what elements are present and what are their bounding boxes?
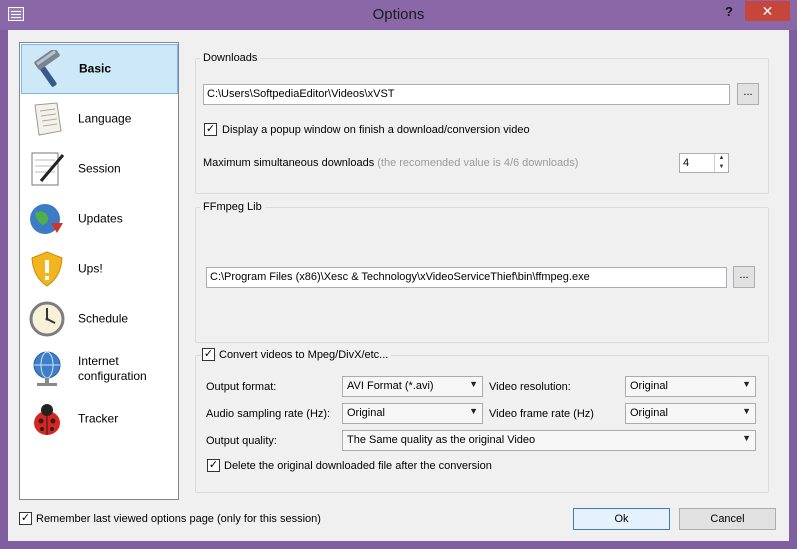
cancel-button[interactable]: Cancel bbox=[679, 508, 776, 530]
sidebar-item-ups[interactable]: Ups! bbox=[21, 244, 178, 294]
internet-globe-icon bbox=[26, 348, 68, 390]
video-resolution-label: Video resolution: bbox=[489, 381, 571, 393]
sidebar-item-label: Basic bbox=[79, 61, 112, 76]
convert-videos-checkbox[interactable]: ✓ bbox=[202, 348, 215, 361]
notepad-pen-icon bbox=[26, 148, 68, 190]
sidebar-item-internet-configuration[interactable]: Internet configuration bbox=[21, 344, 178, 394]
max-downloads-label: Maximum simultaneous downloads (the reco… bbox=[203, 157, 579, 169]
output-format-select[interactable]: AVI Format (*.avi) ▼ bbox=[342, 376, 483, 397]
sidebar-item-schedule[interactable]: Schedule bbox=[21, 294, 178, 344]
convert-group-title: Convert videos to Mpeg/DivX/etc... bbox=[216, 349, 392, 361]
globe-update-icon bbox=[26, 198, 68, 240]
video-resolution-select[interactable]: Original ▼ bbox=[625, 376, 756, 397]
video-frame-rate-select[interactable]: Original ▼ bbox=[625, 403, 756, 424]
ffmpeg-path-browse-button[interactable]: ... bbox=[733, 266, 755, 288]
close-button[interactable]: ✕ bbox=[745, 1, 790, 21]
title-bar: Options ? ✕ bbox=[0, 0, 797, 30]
chevron-down-icon: ▼ bbox=[469, 379, 478, 389]
audio-sampling-label: Audio sampling rate (Hz): bbox=[206, 408, 331, 420]
sidebar-item-label: Schedule bbox=[78, 311, 129, 326]
max-downloads-hint: (the recomended value is 4/6 downloads) bbox=[377, 157, 579, 169]
remember-page-label: Remember last viewed options page (only … bbox=[36, 513, 321, 525]
sidebar-item-language[interactable]: Language bbox=[21, 94, 178, 144]
sidebar-item-label: Tracker bbox=[78, 411, 119, 426]
output-quality-label: Output quality: bbox=[206, 435, 277, 447]
ladybug-icon bbox=[26, 398, 68, 440]
chevron-down-icon: ▼ bbox=[469, 406, 478, 416]
ffmpeg-path-input[interactable]: C:\Program Files (x86)\Xesc & Technology… bbox=[206, 267, 727, 288]
window-title: Options bbox=[372, 6, 425, 23]
sidebar-item-label: Internet configuration bbox=[78, 354, 147, 383]
options-window: Options ? ✕ Basic Language Session Updat… bbox=[0, 0, 797, 549]
dialog-body: Basic Language Session Updates Ups! Sche… bbox=[8, 30, 789, 541]
sidebar-item-updates[interactable]: Updates bbox=[21, 194, 178, 244]
scroll-icon bbox=[26, 98, 68, 140]
hammer-icon bbox=[27, 49, 69, 91]
max-downloads-spinner[interactable]: 4 ▲ ▼ bbox=[679, 153, 729, 173]
popup-window-label: Display a popup window on finish a downl… bbox=[222, 124, 530, 136]
sidebar-item-label: Updates bbox=[78, 211, 123, 226]
delete-original-label: Delete the original downloaded file afte… bbox=[224, 460, 492, 472]
output-format-label: Output format: bbox=[206, 381, 277, 393]
sidebar-item-label: Language bbox=[78, 111, 132, 126]
audio-sampling-select[interactable]: Original ▼ bbox=[342, 403, 483, 424]
download-path-browse-button[interactable]: ... bbox=[737, 83, 759, 105]
sidebar-item-session[interactable]: Session bbox=[21, 144, 178, 194]
max-downloads-value: 4 bbox=[683, 157, 690, 169]
delete-original-checkbox[interactable]: ✓ bbox=[207, 459, 220, 472]
downloads-group-title: Downloads bbox=[200, 52, 261, 64]
ok-button[interactable]: Ok bbox=[573, 508, 670, 530]
sidebar-item-label: Ups! bbox=[78, 261, 103, 276]
popup-window-checkbox[interactable]: ✓ bbox=[204, 123, 217, 136]
clock-icon bbox=[26, 298, 68, 340]
download-path-input[interactable]: C:\Users\SoftpediaEditor\Videos\xVST bbox=[203, 84, 730, 105]
remember-page-checkbox[interactable]: ✓ bbox=[19, 512, 32, 525]
chevron-down-icon: ▼ bbox=[742, 433, 751, 443]
spin-down-icon[interactable]: ▼ bbox=[715, 163, 728, 172]
sidebar-item-tracker[interactable]: Tracker bbox=[21, 394, 178, 444]
help-button[interactable]: ? bbox=[722, 4, 736, 22]
sidebar-item-label: Session bbox=[78, 161, 121, 176]
output-quality-select[interactable]: The Same quality as the original Video ▼ bbox=[342, 430, 756, 451]
options-sidebar: Basic Language Session Updates Ups! Sche… bbox=[19, 42, 179, 500]
chevron-down-icon: ▼ bbox=[742, 379, 751, 389]
video-frame-rate-label: Video frame rate (Hz) bbox=[489, 408, 594, 420]
shield-warning-icon bbox=[26, 248, 68, 290]
sidebar-item-basic[interactable]: Basic bbox=[21, 44, 178, 94]
chevron-down-icon: ▼ bbox=[742, 406, 751, 416]
ffmpeg-group-title: FFmpeg Lib bbox=[200, 201, 265, 213]
spin-up-icon[interactable]: ▲ bbox=[715, 154, 728, 163]
